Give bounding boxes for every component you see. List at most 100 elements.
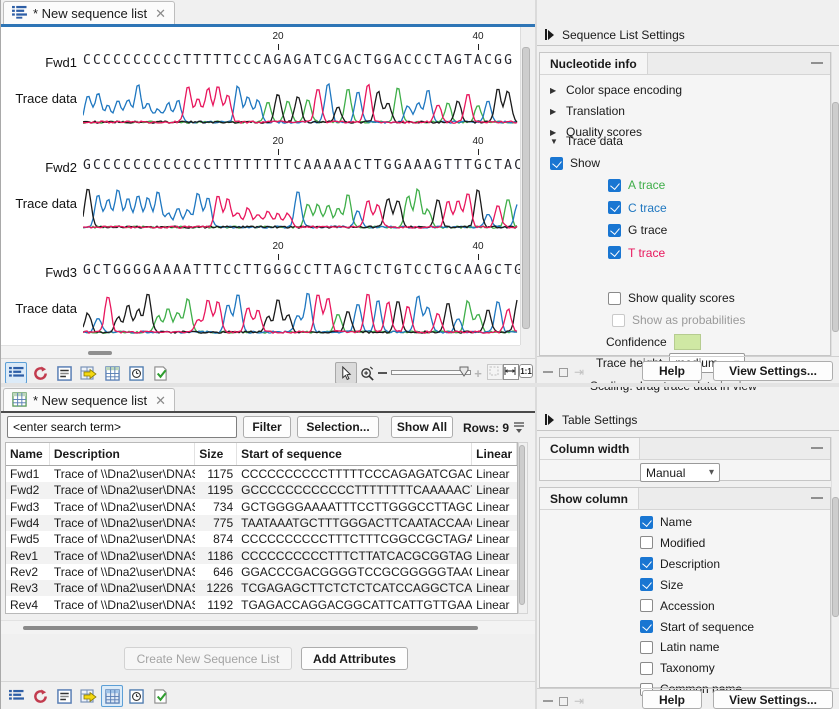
- table-row[interactable]: Fwd2Trace of \\Dna2\user\DNAS...1195GCCC…: [6, 482, 517, 498]
- sequence-list-view-button[interactable]: [5, 685, 27, 707]
- collapse-group-icon[interactable]: [811, 447, 823, 449]
- history-view-button[interactable]: [29, 685, 51, 707]
- table-row[interactable]: Fwd5Trace of \\Dna2\user\DNAS...874CCCCC…: [6, 531, 517, 547]
- show-column-row[interactable]: Modified: [640, 536, 705, 550]
- column-header[interactable]: Size: [195, 443, 237, 465]
- column-width-header[interactable]: Column width: [540, 438, 830, 460]
- show-column-row[interactable]: Start of sequence: [640, 620, 754, 634]
- group-tab-label[interactable]: Show column: [540, 488, 639, 509]
- export-table-button[interactable]: [77, 362, 99, 384]
- chromatogram-trace[interactable]: [83, 73, 518, 127]
- sequence-list-view-button[interactable]: [5, 362, 27, 384]
- view-settings-button[interactable]: View Settings...: [713, 361, 833, 381]
- collapse-panel-icon[interactable]: [545, 29, 554, 40]
- table-row[interactable]: Fwd4Trace of \\Dna2\user\DNAS...775TAATA…: [6, 515, 517, 531]
- trace-checkbox[interactable]: [608, 201, 621, 214]
- trace-checkbox[interactable]: [608, 224, 621, 237]
- column-checkbox[interactable]: [640, 599, 653, 612]
- sequence-view-vertical-scrollbar[interactable]: [520, 27, 531, 345]
- trace-checkbox[interactable]: [608, 246, 621, 259]
- show-all-button[interactable]: Show All: [391, 416, 453, 438]
- column-header[interactable]: Linear: [472, 443, 517, 465]
- fit-width-button[interactable]: [503, 364, 519, 380]
- selection-cursor-tool[interactable]: [335, 362, 357, 384]
- show-element-button[interactable]: [149, 685, 171, 707]
- table-row[interactable]: Rev4Trace of \\Dna2\user\DNAS...1192TGAG…: [6, 596, 517, 612]
- settings-panel-scrollbar[interactable]: [831, 52, 839, 356]
- collapse-panel-icon[interactable]: [545, 414, 554, 425]
- trace-checkbox-row[interactable]: A trace: [608, 178, 665, 192]
- table-view-button[interactable]: [101, 362, 123, 384]
- help-button[interactable]: Help: [642, 690, 702, 709]
- table-row[interactable]: Rev1Trace of \\Dna2\user\DNAS...1186CCCC…: [6, 547, 517, 563]
- group-tab-label[interactable]: Nucleotide info: [540, 53, 648, 74]
- element-info-view-button[interactable]: [53, 362, 75, 384]
- element-history-button[interactable]: [125, 362, 147, 384]
- settings-item-trace-data[interactable]: ▼ Trace data: [550, 134, 623, 148]
- show-column-row[interactable]: Description: [640, 557, 720, 571]
- filter-options-icon[interactable]: [512, 420, 526, 437]
- show-column-row[interactable]: Latin name: [640, 640, 719, 654]
- sequence-settings-header[interactable]: Sequence List Settings: [537, 24, 839, 46]
- table-row[interactable]: Rev3Trace of \\Dna2\user\DNAS...1226TCGA…: [6, 580, 517, 596]
- sequence-table[interactable]: NameDescriptionSizeStart of sequenceLine…: [5, 442, 518, 614]
- collapse-group-icon[interactable]: [811, 497, 823, 499]
- element-history-button[interactable]: [125, 685, 147, 707]
- show-element-button[interactable]: [149, 362, 171, 384]
- sequence-view-horizontal-scrollbar[interactable]: [1, 345, 520, 359]
- group-tab-label[interactable]: Column width: [540, 438, 640, 459]
- show-column-header[interactable]: Show column: [540, 488, 830, 510]
- table-row[interactable]: Rev2Trace of \\Dna2\user\DNAS...646GGACC…: [6, 564, 517, 580]
- show-column-row[interactable]: Accession: [640, 599, 715, 613]
- tab-sequence-table-view[interactable]: * New sequence list ✕: [3, 388, 175, 412]
- view-settings-button[interactable]: View Settings...: [713, 690, 833, 709]
- close-icon[interactable]: ✕: [155, 393, 166, 409]
- dock-controls[interactable]: ⇥: [543, 694, 584, 708]
- trace-checkbox-row[interactable]: T trace: [608, 246, 665, 260]
- history-view-button[interactable]: [29, 362, 51, 384]
- chromatogram-trace[interactable]: [83, 178, 518, 232]
- column-width-dropdown[interactable]: Manual ▾: [640, 463, 720, 482]
- show-column-row[interactable]: Name: [640, 515, 692, 529]
- nucleotide-info-header[interactable]: Nucleotide info: [540, 53, 830, 75]
- column-header[interactable]: Name: [6, 443, 50, 465]
- search-input[interactable]: [7, 416, 237, 438]
- trace-checkbox-row[interactable]: C trace: [608, 201, 667, 215]
- zoom-out-button[interactable]: [375, 362, 389, 384]
- zoom-in-button[interactable]: +: [471, 362, 485, 384]
- confidence-color-swatch[interactable]: [674, 334, 701, 350]
- selection-button[interactable]: Selection...: [297, 416, 379, 438]
- table-row[interactable]: Fwd3Trace of \\Dna2\user\DNAS...734GCTGG…: [6, 499, 517, 515]
- create-new-sequence-list-button[interactable]: Create New Sequence List: [124, 647, 292, 670]
- sequence-trace-view[interactable]: 2040Fwd1CCCCCCCCCCTTTTTCCCAGAGATCGACTGGA…: [1, 27, 520, 345]
- tab-sequence-list-view[interactable]: * New sequence list ✕: [3, 1, 175, 25]
- column-checkbox[interactable]: [640, 536, 653, 549]
- filter-button[interactable]: Filter: [243, 416, 291, 438]
- settings-item[interactable]: ▶Translation: [550, 104, 625, 118]
- vertical-splitter[interactable]: [535, 0, 537, 709]
- element-info-view-button[interactable]: [53, 685, 75, 707]
- column-checkbox[interactable]: [640, 578, 653, 591]
- column-checkbox[interactable]: [640, 641, 653, 654]
- table-settings-header[interactable]: Table Settings: [537, 409, 839, 431]
- show-quality-scores-checkbox[interactable]: [608, 292, 621, 305]
- chromatogram-trace[interactable]: [83, 283, 518, 337]
- table-horizontal-scrollbar[interactable]: [1, 620, 535, 634]
- show-quality-scores-row[interactable]: Show quality scores: [608, 291, 735, 305]
- zoom-100-button[interactable]: 1:1: [519, 364, 533, 378]
- pan-view-button[interactable]: [487, 364, 503, 380]
- export-table-button[interactable]: [77, 685, 99, 707]
- table-vertical-scrollbar[interactable]: [518, 442, 528, 614]
- show-traces-checkbox-row[interactable]: Show: [550, 156, 600, 170]
- column-header[interactable]: Description: [50, 443, 195, 465]
- trace-checkbox-row[interactable]: G trace: [608, 223, 667, 237]
- table-view-button[interactable]: [101, 685, 123, 707]
- column-header[interactable]: Start of sequence: [237, 443, 472, 465]
- dock-controls[interactable]: ⇥: [543, 365, 584, 379]
- zoom-slider-thumb[interactable]: [459, 366, 469, 380]
- settings-item[interactable]: ▶Color space encoding: [550, 83, 682, 97]
- column-checkbox[interactable]: [640, 557, 653, 570]
- show-column-row[interactable]: Taxonomy: [640, 661, 715, 675]
- trace-checkbox[interactable]: [608, 179, 621, 192]
- collapse-group-icon[interactable]: [811, 62, 823, 64]
